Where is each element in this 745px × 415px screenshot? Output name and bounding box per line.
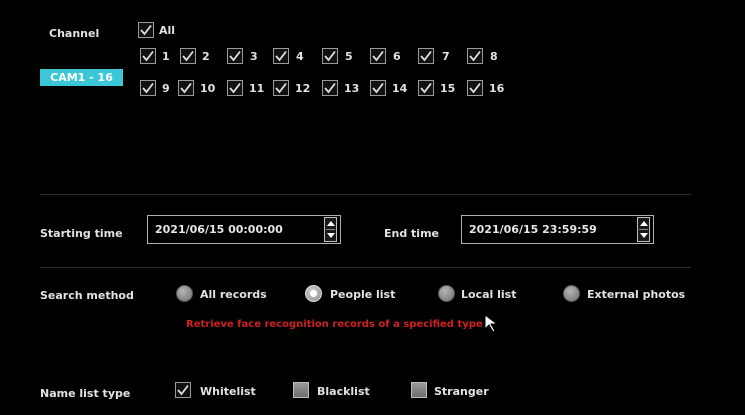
channel-label-7: 7 — [442, 50, 450, 63]
channel-label-3: 3 — [250, 50, 258, 63]
channel-label-13: 13 — [344, 82, 360, 95]
end-time-label: End time — [384, 227, 439, 240]
spinner-divider — [326, 229, 335, 230]
channel-label-16: 16 — [489, 82, 505, 95]
channel-checkbox-2[interactable] — [180, 48, 196, 64]
radio-external-photos[interactable] — [563, 285, 580, 302]
checkmark-icon — [142, 50, 154, 62]
checkmark-icon — [275, 82, 287, 94]
channel-checkbox-12[interactable] — [273, 80, 289, 96]
cam-range-button[interactable]: CAM1 - 16 — [40, 69, 123, 86]
checkmark-icon — [372, 82, 384, 94]
blacklist-checkbox[interactable] — [293, 382, 309, 398]
checkmark-icon — [469, 50, 481, 62]
channel-checkbox-4[interactable] — [273, 48, 289, 64]
channel-checkbox-7[interactable] — [418, 48, 434, 64]
checkmark-icon — [229, 50, 241, 62]
channel-label-12: 12 — [295, 82, 311, 95]
channel-checkbox-11[interactable] — [227, 80, 243, 96]
channel-checkbox-10[interactable] — [178, 80, 194, 96]
checkmark-icon — [177, 384, 189, 396]
checkmark-icon — [324, 82, 336, 94]
channel-label-5: 5 — [345, 50, 353, 63]
channel-label-15: 15 — [440, 82, 456, 95]
channel-label-11: 11 — [249, 82, 265, 95]
end-time-input[interactable]: 2021/06/15 23:59:59 — [461, 215, 654, 244]
checkmark-icon — [142, 82, 154, 94]
channel-checkbox-15[interactable] — [418, 80, 434, 96]
radio-external-photos-label: External photos — [587, 288, 686, 301]
channel-checkbox-14[interactable] — [370, 80, 386, 96]
channel-label-2: 2 — [202, 50, 210, 63]
section-divider — [40, 267, 691, 268]
checkmark-icon — [324, 50, 336, 62]
checkmark-icon — [420, 50, 432, 62]
radio-local-list-label: Local list — [461, 288, 517, 301]
arrow-down-icon[interactable] — [327, 233, 335, 238]
search-hint-text: Retrieve face recognition records of a s… — [186, 319, 483, 330]
starting-time-input[interactable]: 2021/06/15 00:00:00 — [147, 215, 341, 244]
starting-time-spinner[interactable] — [324, 217, 337, 242]
spinner-divider — [639, 229, 648, 230]
all-checkbox[interactable] — [138, 22, 154, 38]
channel-label-9: 9 — [162, 82, 170, 95]
mouse-pointer-icon — [484, 314, 499, 333]
section-divider — [40, 194, 691, 195]
checkmark-icon — [182, 50, 194, 62]
search-method-label: Search method — [40, 289, 134, 302]
channel-label-4: 4 — [296, 50, 304, 63]
whitelist-checkbox[interactable] — [175, 382, 191, 398]
checkmark-icon — [469, 82, 481, 94]
radio-people-list-label: People list — [330, 288, 396, 301]
whitelist-label: Whitelist — [200, 385, 256, 398]
stranger-checkbox[interactable] — [411, 382, 427, 398]
channel-checkbox-3[interactable] — [227, 48, 243, 64]
channel-label-1: 1 — [162, 50, 170, 63]
radio-all-records[interactable] — [176, 285, 193, 302]
channel-checkbox-8[interactable] — [467, 48, 483, 64]
blacklist-label: Blacklist — [317, 385, 370, 398]
checkmark-icon — [372, 50, 384, 62]
radio-people-list[interactable] — [305, 285, 322, 302]
arrow-down-icon[interactable] — [640, 233, 648, 238]
channel-checkbox-9[interactable] — [140, 80, 156, 96]
channel-checkbox-5[interactable] — [322, 48, 338, 64]
channel-label-14: 14 — [392, 82, 408, 95]
end-time-spinner[interactable] — [637, 217, 650, 242]
channel-label-8: 8 — [490, 50, 498, 63]
checkmark-icon — [140, 24, 152, 36]
arrow-up-icon[interactable] — [327, 221, 335, 226]
channel-checkbox-16[interactable] — [467, 80, 483, 96]
channel-label-10: 10 — [200, 82, 216, 95]
checkmark-icon — [180, 82, 192, 94]
channel-checkbox-6[interactable] — [370, 48, 386, 64]
channel-label-6: 6 — [393, 50, 401, 63]
channel-label: Channel — [49, 27, 100, 40]
radio-local-list[interactable] — [438, 285, 455, 302]
starting-time-label: Starting time — [40, 227, 123, 240]
channel-checkbox-1[interactable] — [140, 48, 156, 64]
all-checkbox-label: All — [159, 24, 176, 37]
radio-all-records-label: All records — [200, 288, 267, 301]
channel-checkbox-13[interactable] — [322, 80, 338, 96]
checkmark-icon — [420, 82, 432, 94]
arrow-up-icon[interactable] — [640, 221, 648, 226]
checkmark-icon — [275, 50, 287, 62]
stranger-label: Stranger — [434, 385, 489, 398]
checkmark-icon — [229, 82, 241, 94]
name-list-type-label: Name list type — [40, 387, 131, 400]
